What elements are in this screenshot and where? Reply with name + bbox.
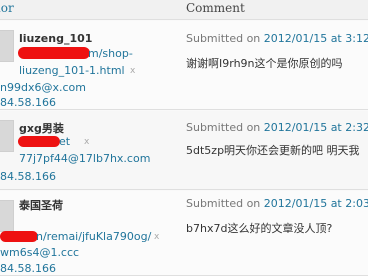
comment-date-link[interactable]: 2012/01/15 at 2:32	[264, 121, 368, 134]
author-ip[interactable]: 84.58.166	[0, 170, 56, 183]
author-ip[interactable]: 84.58.166	[0, 96, 56, 109]
comment-text: b7hx7d这么好的文章没人顶?	[186, 222, 333, 235]
submitted-on: Submitted on 2012/01/15 at 2:03	[186, 197, 368, 210]
comment-text: 谢谢啊I9rh9n这个是你原创的吗	[186, 57, 343, 70]
submitted-on: Submitted on 2012/01/15 at 3:12	[186, 32, 368, 45]
author-url[interactable]: et	[59, 135, 70, 148]
author-email[interactable]: n99dx6@x.com	[0, 81, 86, 94]
author-name: gxg男装	[19, 122, 64, 135]
remove-url-icon[interactable]: x	[84, 137, 89, 147]
comment-date-link[interactable]: 2012/01/15 at 2:03	[264, 197, 368, 210]
comments-table-header: hor Comment	[0, 0, 368, 20]
author-column-header[interactable]: hor	[0, 1, 14, 15]
redaction-mark	[18, 47, 90, 59]
comment-column-header: Comment	[186, 1, 245, 15]
author-name: liuzeng_101	[19, 32, 93, 45]
comment-row: gxg男装 et x 77j7pf44@17lb7hx.com 84.58.16…	[0, 111, 368, 190]
avatar	[0, 30, 14, 62]
submitted-label: Submitted on	[186, 121, 261, 134]
remove-url-icon[interactable]: x	[130, 66, 135, 76]
submitted-label: Submitted on	[186, 197, 261, 210]
submitted-on: Submitted on 2012/01/15 at 2:32	[186, 121, 368, 134]
comment-text: 5dt5zp明天你还会更新的吧 明天我	[186, 144, 360, 157]
avatar	[0, 120, 14, 152]
redaction-mark	[18, 136, 60, 147]
author-url[interactable]: m/shop-	[88, 47, 133, 60]
avatar	[0, 200, 14, 232]
remove-url-icon[interactable]: x	[154, 232, 159, 242]
comment-date-link[interactable]: 2012/01/15 at 3:12	[264, 32, 368, 45]
author-url[interactable]: n/remai/jfuKla790og/	[36, 230, 151, 243]
redaction-mark	[0, 231, 38, 242]
author-email[interactable]: 77j7pf44@17lb7hx.com	[19, 152, 150, 165]
author-name: 泰国圣荷	[19, 199, 63, 212]
author-email[interactable]: wm6s4@1.ccc	[0, 246, 79, 259]
author-url-continued[interactable]: liuzeng_101-1.html	[19, 64, 125, 77]
author-ip[interactable]: 84.58.166	[0, 262, 56, 275]
submitted-label: Submitted on	[186, 32, 261, 45]
comment-row: 泰国圣荷 n/remai/jfuKla790og/ x wm6s4@1.ccc …	[0, 191, 368, 276]
comment-row: liuzeng_101 m/shop- liuzeng_101-1.html x…	[0, 21, 368, 110]
